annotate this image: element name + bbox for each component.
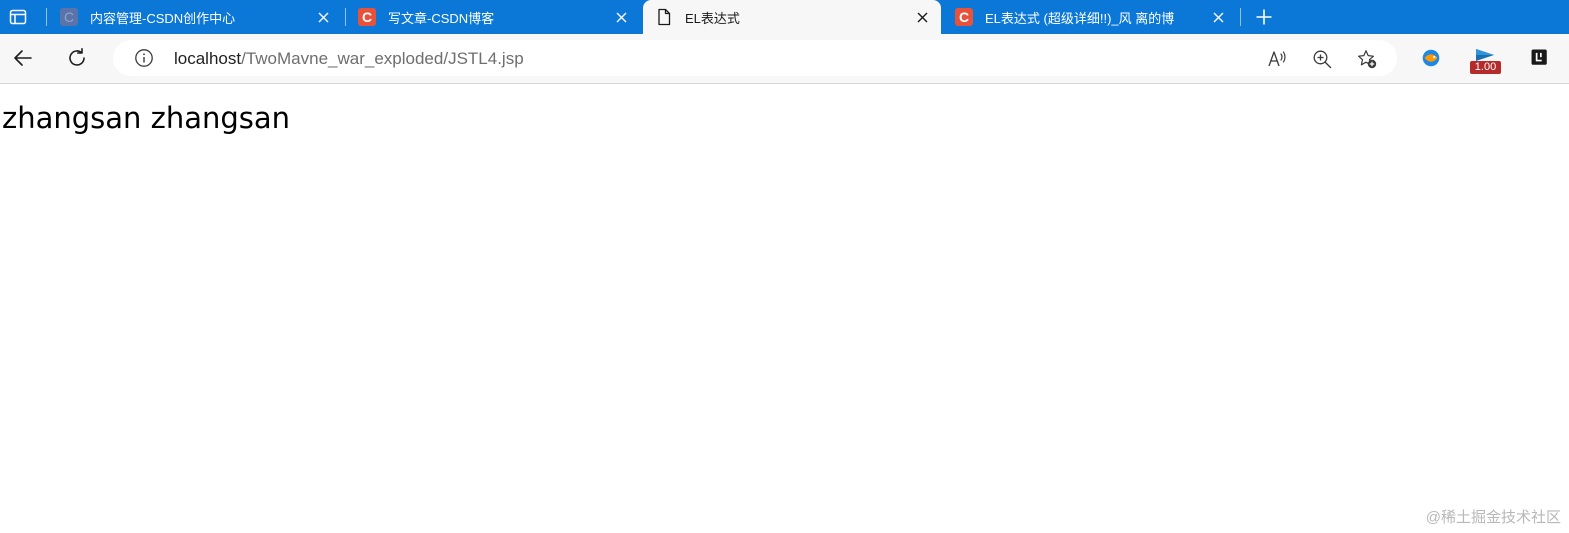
tab-el-expression[interactable]: EL表达式 — [643, 0, 941, 34]
close-icon[interactable] — [911, 6, 933, 28]
read-aloud-icon[interactable] — [1266, 48, 1288, 70]
url-host: localhost — [174, 49, 242, 68]
tab-divider — [1240, 8, 1241, 26]
tab-content-management[interactable]: C 内容管理-CSDN创作中心 — [48, 0, 342, 34]
svg-text:C: C — [64, 9, 74, 25]
close-icon[interactable] — [1207, 6, 1229, 28]
address-bar[interactable]: localhost/TwoMavne_war_exploded/JSTL4.js… — [113, 40, 1397, 76]
add-favorite-icon[interactable] — [1356, 48, 1378, 70]
tab-title: 内容管理-CSDN创作中心 — [90, 10, 236, 26]
extension-fish-icon[interactable] — [1418, 45, 1444, 71]
tab-el-expression-detailed[interactable]: C EL表达式 (超级详细!!)_风 离的博 — [943, 0, 1237, 34]
tab-strip: C 内容管理-CSDN创作中心 C 写文章-CSDN博客 EL表达式 C EL表… — [0, 0, 1569, 34]
close-icon[interactable] — [312, 6, 334, 28]
tab-title: EL表达式 — [685, 10, 740, 26]
extension-badge: 1.00 — [1470, 61, 1501, 74]
back-icon[interactable] — [8, 43, 38, 73]
svg-text:C: C — [959, 9, 969, 25]
url-path: /TwoMavne_war_exploded/JSTL4.jsp — [241, 49, 524, 68]
csdn-c-icon: C — [358, 8, 376, 26]
tab-actions-icon[interactable] — [6, 5, 30, 29]
document-icon — [655, 8, 673, 26]
tab-divider — [46, 8, 47, 26]
tab-write-article[interactable]: C 写文章-CSDN博客 — [346, 0, 640, 34]
browser-toolbar: localhost/TwoMavne_war_exploded/JSTL4.js… — [0, 34, 1569, 84]
refresh-icon[interactable] — [62, 43, 92, 73]
new-tab-icon[interactable] — [1251, 4, 1277, 30]
close-icon[interactable] — [610, 6, 632, 28]
csdn-c-icon: C — [955, 8, 973, 26]
page-content: zhangsan zhangsan @稀土掘金技术社区 — [0, 84, 1569, 533]
url-text[interactable]: localhost/TwoMavne_war_exploded/JSTL4.js… — [174, 49, 524, 69]
csdn-c-icon: C — [60, 8, 78, 26]
page-body-text: zhangsan zhangsan — [2, 101, 291, 135]
zoom-in-icon[interactable] — [1311, 48, 1333, 70]
tab-title: EL表达式 (超级详细!!)_风 离的博 — [985, 10, 1175, 26]
info-icon[interactable] — [134, 48, 154, 68]
watermark-text: @稀土掘金技术社区 — [1425, 509, 1561, 526]
extension-leetcode-icon[interactable] — [1527, 45, 1553, 71]
svg-text:C: C — [362, 9, 372, 25]
tab-title: 写文章-CSDN博客 — [388, 10, 495, 26]
